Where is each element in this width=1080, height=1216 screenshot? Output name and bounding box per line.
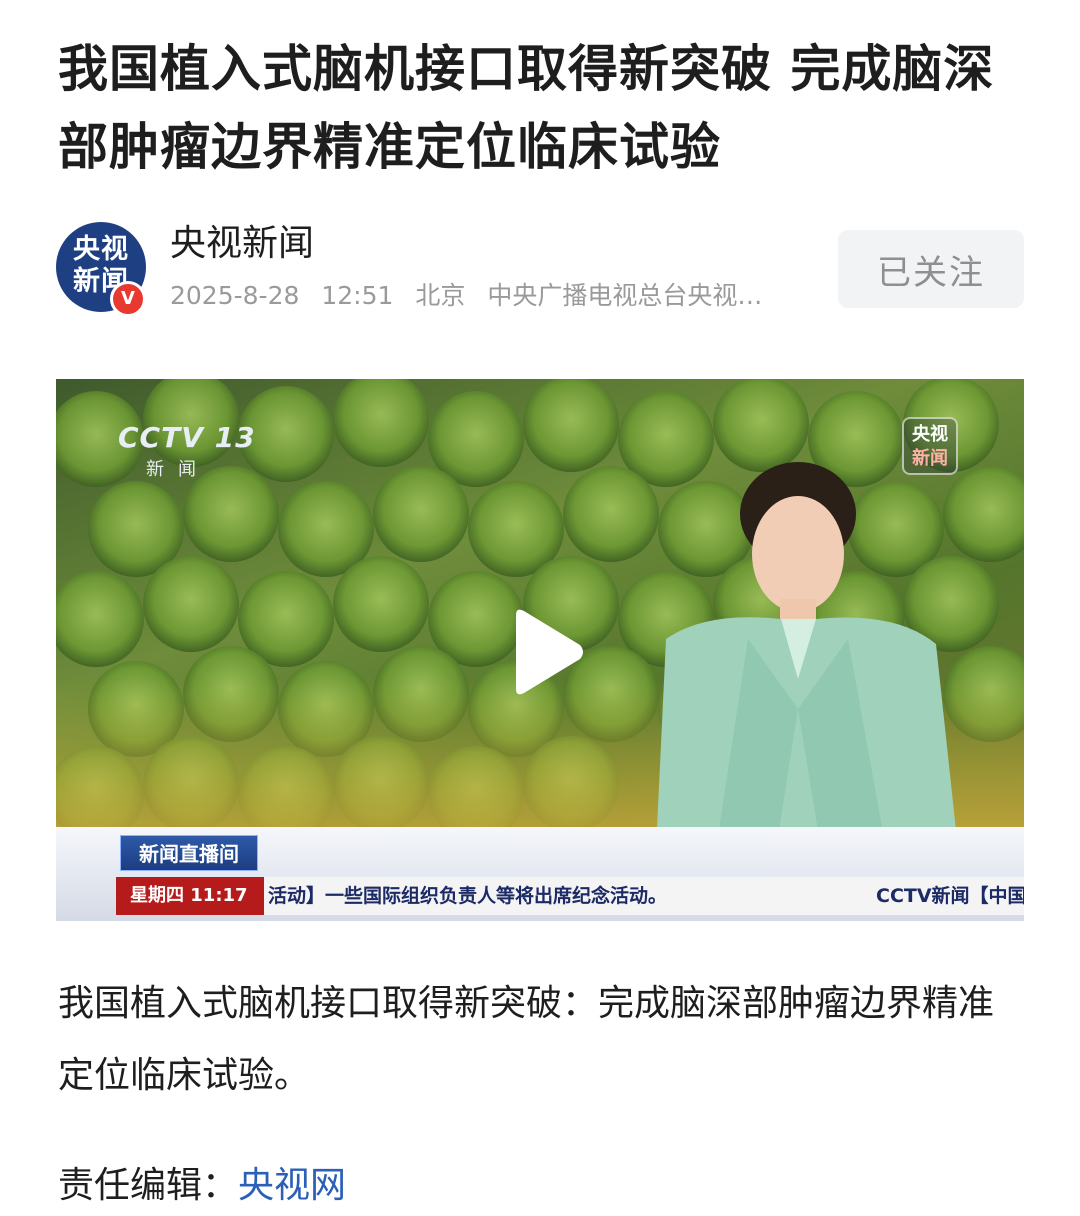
publish-source: 中央广播电视总台央视… bbox=[487, 281, 763, 310]
video-player[interactable]: CCTV 13 新闻 央视 新闻 新闻直播间 星期四 11:17 活动】一些国际… bbox=[56, 379, 1024, 921]
editor-link[interactable]: 央视网 bbox=[238, 1165, 346, 1206]
corner-logo-top: 央视 bbox=[912, 424, 948, 445]
play-icon[interactable] bbox=[506, 607, 586, 697]
publish-date: 2025-8-28 bbox=[170, 281, 300, 310]
cctv-channel-sub: 新闻 bbox=[146, 459, 210, 480]
cctv-channel-logo: CCTV 13 bbox=[118, 421, 256, 454]
author-name[interactable]: 央视新闻 bbox=[170, 222, 314, 266]
corner-watermark: 央视 新闻 bbox=[902, 417, 958, 475]
editor-label: 责任编辑： bbox=[58, 1165, 239, 1206]
publish-time: 12:51 bbox=[321, 281, 394, 310]
article-title: 我国植入式脑机接口取得新突破 完成脑深部肿瘤边界精准定位临床试验 bbox=[58, 40, 995, 176]
article-body: 我国植入式脑机接口取得新突破：完成脑深部肿瘤边界精准定位临床试验。 bbox=[58, 983, 995, 1096]
corner-logo-bottom: 新闻 bbox=[912, 448, 948, 469]
ticker-logo: CCTV新闻【中国人 bbox=[876, 885, 1024, 907]
publish-location: 北京 bbox=[415, 281, 466, 310]
program-tag: 新闻直播间 bbox=[120, 835, 258, 871]
verified-icon: V bbox=[110, 281, 146, 317]
ticker-day-time: 星期四 11:17 bbox=[116, 877, 264, 915]
news-ticker: 星期四 11:17 活动】一些国际组织负责人等将出席纪念活动。 CCTV新闻【中… bbox=[116, 877, 1024, 915]
editor-line: 责任编辑：央视网 bbox=[58, 1156, 346, 1216]
article-meta: 2025-8-28 12:51 北京 中央广播电视总台央视… bbox=[170, 280, 795, 312]
follow-button[interactable]: 已关注 bbox=[838, 230, 1024, 308]
avatar-logo-line-1: 央视 bbox=[73, 234, 129, 265]
ticker-text: 活动】一些国际组织负责人等将出席纪念活动。 bbox=[268, 885, 668, 907]
